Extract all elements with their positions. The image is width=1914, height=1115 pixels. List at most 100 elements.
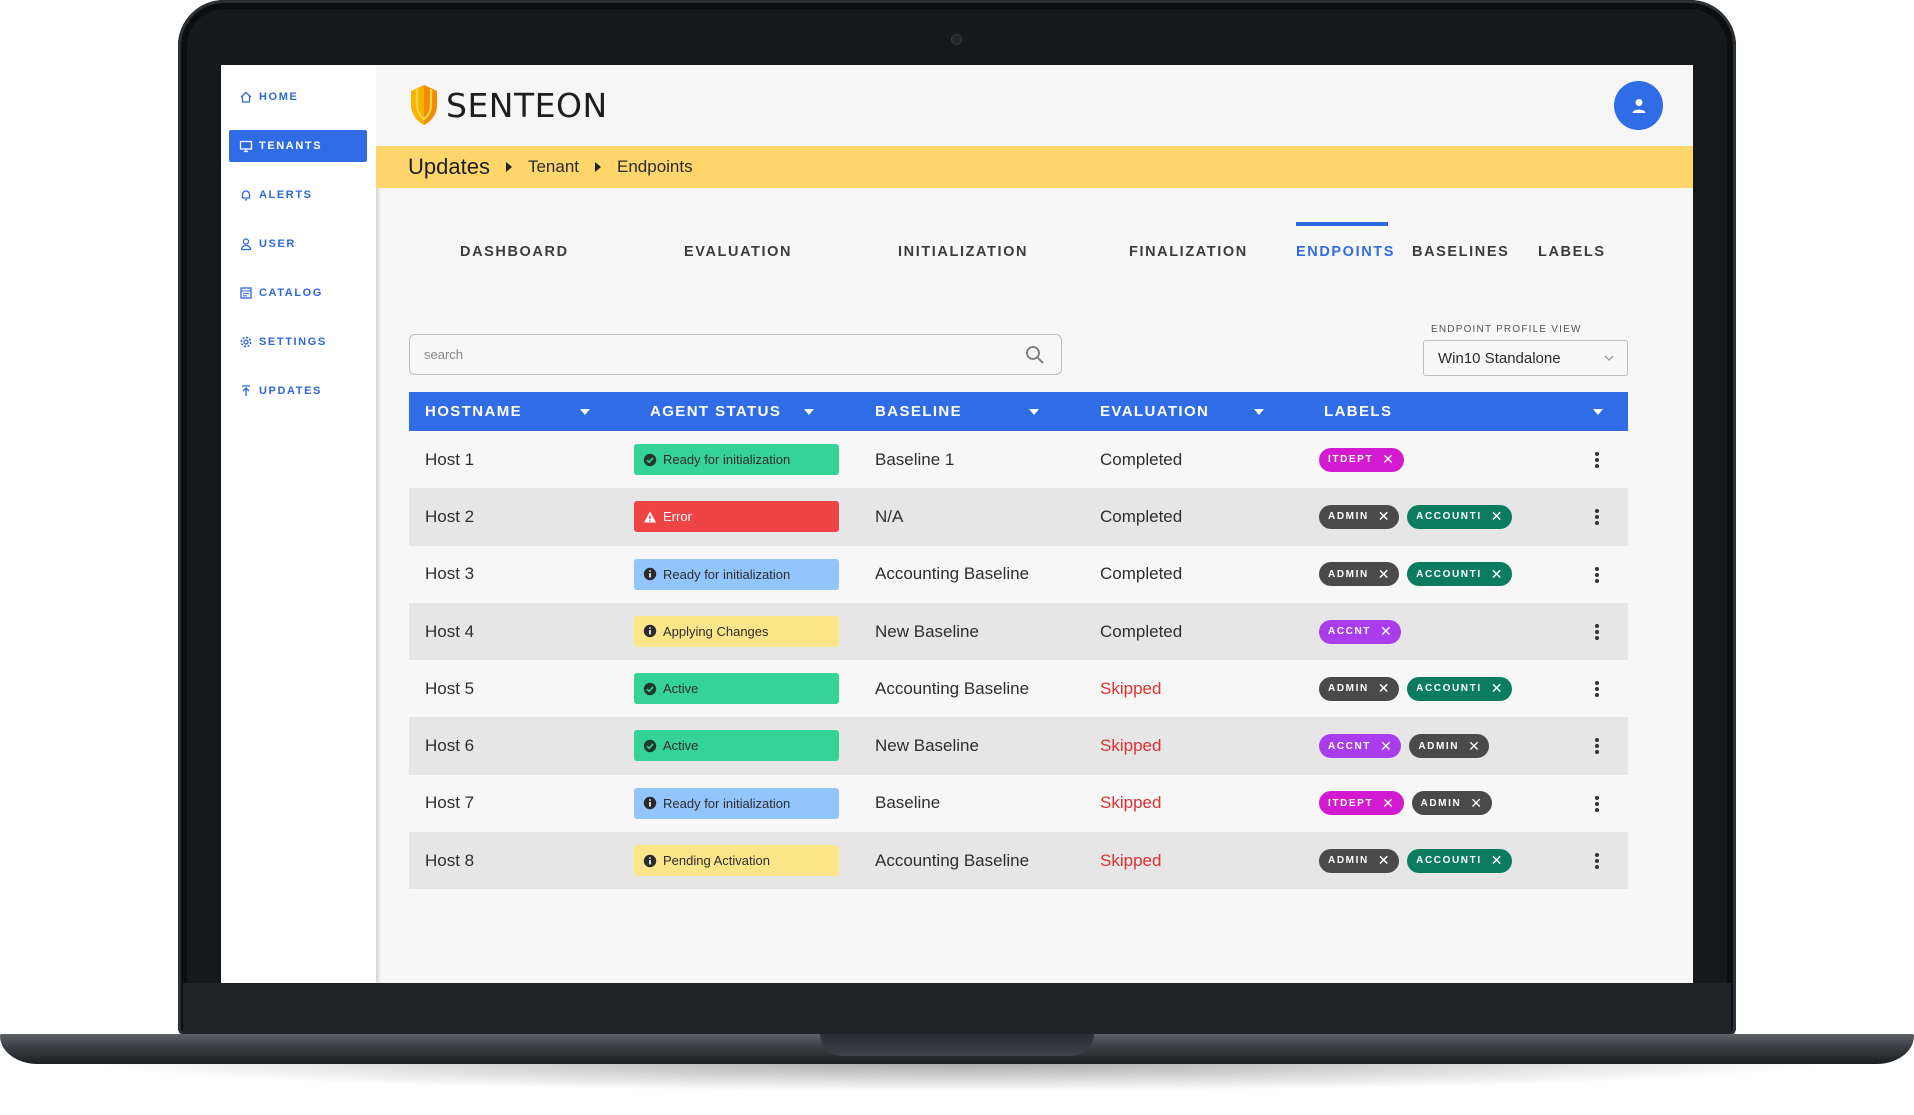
sort-labels-icon[interactable] (1593, 409, 1603, 415)
label-chip[interactable]: ACCOUNTI ✕ (1407, 848, 1513, 873)
sidebar-item-catalog[interactable]: CATALOG (229, 277, 367, 309)
remove-label-icon[interactable]: ✕ (1378, 680, 1391, 697)
remove-label-icon[interactable]: ✕ (1468, 738, 1481, 755)
remove-label-icon[interactable]: ✕ (1491, 852, 1504, 869)
sort-baseline-icon[interactable] (1029, 409, 1039, 415)
table-row[interactable]: Host 4 Applying Changes New Baseline Comple… (409, 602, 1628, 661)
breadcrumb-separator-icon (505, 162, 512, 172)
tab-evaluation[interactable]: EVALUATION (684, 244, 792, 260)
tab-dashboard[interactable]: DASHBOARD (460, 244, 569, 260)
search-icon[interactable] (1025, 345, 1045, 365)
table-body: Host 1 Ready for initialization Baseline 1… (409, 431, 1628, 890)
sort-hostname-icon[interactable] (580, 409, 590, 415)
remove-label-icon[interactable]: ✕ (1382, 795, 1395, 812)
tab-initialization[interactable]: INITIALIZATION (898, 244, 1028, 260)
label-chip-text: ACCOUNTI (1416, 855, 1482, 867)
remove-label-icon[interactable]: ✕ (1378, 566, 1391, 583)
sort-agent-status-icon[interactable] (804, 409, 814, 415)
remove-label-icon[interactable]: ✕ (1470, 795, 1483, 812)
row-menu-icon[interactable] (1594, 738, 1600, 755)
label-chip[interactable]: ADMIN ✕ (1319, 676, 1400, 701)
label-chip[interactable]: ACCOUNTI ✕ (1407, 504, 1513, 529)
page-title: Updates (408, 154, 490, 179)
warning-icon (643, 510, 657, 524)
sidebar-item-home[interactable]: HOME (229, 81, 367, 113)
profile-view-value: Win10 Standalone (1438, 349, 1561, 367)
row-menu-icon[interactable] (1594, 795, 1600, 812)
label-chip[interactable]: ADMIN ✕ (1411, 791, 1492, 816)
column-header-labels: LABELS (1324, 403, 1393, 420)
avatar-button[interactable] (1614, 81, 1663, 130)
remove-label-icon[interactable]: ✕ (1491, 566, 1504, 583)
label-chip-text: ACCOUNTI (1416, 511, 1482, 523)
table-row[interactable]: Host 7 Ready for initialization Baseline Sk… (409, 774, 1628, 833)
breadcrumb-tenant[interactable]: Tenant (528, 157, 579, 177)
sidebar-item-label: TENANTS (259, 140, 323, 152)
sidebar-item-alerts[interactable]: ALERTS (229, 179, 367, 211)
label-chip[interactable]: ACCNT ✕ (1319, 619, 1402, 644)
status-text: Error (663, 509, 692, 525)
label-chip[interactable]: ACCNT ✕ (1319, 734, 1402, 759)
catalog-icon (239, 286, 253, 300)
sidebar-item-user[interactable]: USER (229, 228, 367, 260)
label-chip[interactable]: ADMIN ✕ (1319, 562, 1400, 587)
label-chip[interactable]: ITDEPT ✕ (1319, 791, 1404, 816)
search-box[interactable] (409, 334, 1062, 375)
label-chip-text: ADMIN (1418, 740, 1460, 752)
row-menu-icon[interactable] (1594, 623, 1600, 640)
sidebar-item-settings[interactable]: SETTINGS (229, 326, 367, 358)
row-menu-icon[interactable] (1594, 681, 1600, 698)
label-chip[interactable]: ITDEPT ✕ (1319, 447, 1404, 472)
row-menu-icon[interactable] (1594, 509, 1600, 526)
sidebar-item-updates[interactable]: UPDATES (229, 375, 367, 407)
remove-label-icon[interactable]: ✕ (1491, 680, 1504, 697)
table-row[interactable]: Host 6 Active New Baseline Skipped ACCNT ✕ ADM… (409, 717, 1628, 775)
evaluation-cell: Completed (1100, 621, 1183, 641)
hostname-cell: Host 8 (425, 850, 475, 870)
row-menu-icon[interactable] (1594, 566, 1600, 583)
table-row[interactable]: Host 5 Active Accounting Baseline Skipped AD… (409, 660, 1628, 718)
search-input[interactable] (424, 347, 984, 362)
hostname-cell: Host 3 (425, 564, 475, 584)
remove-label-icon[interactable]: ✕ (1380, 738, 1393, 755)
table-row[interactable]: Host 3 Ready for initialization Accounting… (409, 545, 1628, 603)
remove-label-icon[interactable]: ✕ (1382, 451, 1395, 468)
remove-label-icon[interactable]: ✕ (1378, 852, 1391, 869)
remove-label-icon[interactable]: ✕ (1378, 508, 1391, 525)
logo-text: SENTEON (446, 85, 608, 125)
label-chip[interactable]: ADMIN ✕ (1409, 734, 1490, 759)
status-text: Ready for initialization (663, 452, 791, 467)
evaluation-cell: Skipped (1100, 736, 1162, 756)
evaluation-cell: Skipped (1100, 678, 1162, 698)
status-text: Active (663, 681, 699, 697)
label-chip[interactable]: ACCOUNTI ✕ (1407, 676, 1513, 701)
sidebar-item-tenants[interactable]: TENANTS (229, 130, 367, 162)
sort-evaluation-icon[interactable] (1254, 409, 1264, 415)
evaluation-cell: Completed (1100, 564, 1183, 584)
tab-finalization[interactable]: FINALIZATION (1129, 244, 1248, 260)
info-icon (643, 854, 657, 868)
table-row[interactable]: Host 8 Pending Activation Accounting Basel… (409, 832, 1628, 890)
sidebar-item-label: HOME (259, 91, 299, 103)
remove-label-icon[interactable]: ✕ (1380, 623, 1393, 640)
breadcrumb-endpoints[interactable]: Endpoints (617, 157, 693, 177)
tab-baselines[interactable]: BASELINES (1412, 244, 1509, 260)
sidebar-item-label: CATALOG (259, 287, 323, 299)
label-chip-text: ACCNT (1328, 626, 1371, 638)
label-chip[interactable]: ADMIN ✕ (1319, 848, 1400, 873)
tab-labels[interactable]: LABELS (1538, 244, 1606, 260)
status-badge: Pending Activation (634, 845, 839, 877)
profile-view-select[interactable]: Win10 Standalone (1423, 340, 1628, 376)
check-circle-icon (643, 739, 657, 753)
tab-endpoints[interactable]: ENDPOINTS (1296, 244, 1395, 260)
remove-label-icon[interactable]: ✕ (1491, 508, 1504, 525)
table-row[interactable]: Host 2 Error N/A Completed ADMIN ✕ ACCOUNTI ✕ (409, 488, 1628, 546)
row-menu-icon[interactable] (1594, 853, 1600, 870)
table-row[interactable]: Host 1 Ready for initialization Baseline 1… (409, 431, 1628, 489)
label-chip[interactable]: ADMIN ✕ (1319, 504, 1400, 529)
label-chip[interactable]: ACCOUNTI ✕ (1407, 562, 1513, 587)
hostname-cell: Host 1 (425, 449, 475, 469)
row-menu-icon[interactable] (1594, 452, 1600, 468)
baseline-cell: Baseline 1 (875, 449, 955, 469)
label-chip-text: ADMIN (1328, 568, 1369, 580)
